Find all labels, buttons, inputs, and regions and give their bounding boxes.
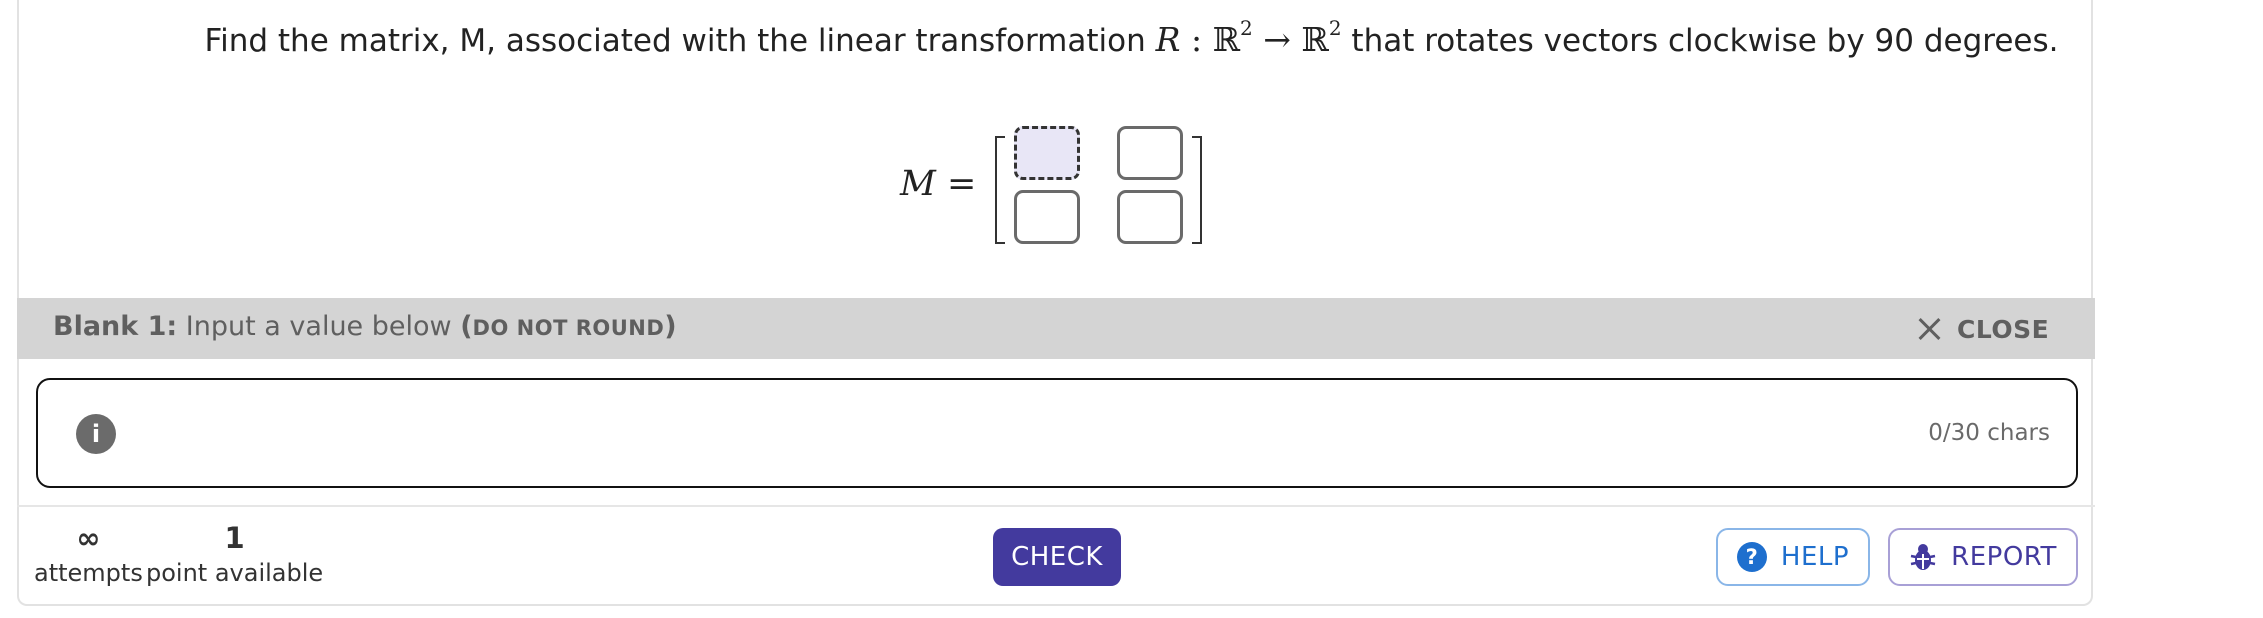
info-icon[interactable]: i	[76, 414, 116, 454]
matrix-label: M =	[900, 164, 977, 204]
char-counter: 0/30 chars	[1928, 420, 2050, 446]
blank-instruction: Blank 1: Input a value below (DO NOT ROU…	[53, 311, 677, 342]
close-button[interactable]: CLOSE	[1917, 310, 2049, 348]
matrix-blank-4[interactable]	[1117, 190, 1183, 244]
points-value: 1	[224, 521, 245, 555]
transformation-notation: R : ℝ2 → ℝ2	[1155, 16, 1342, 59]
blank-input-bar: Blank 1: Input a value below (DO NOT ROU…	[17, 298, 2095, 359]
help-button[interactable]: ? HELP	[1716, 528, 1870, 586]
answer-input[interactable]	[138, 404, 1922, 466]
attempts-value: ∞	[76, 521, 101, 555]
question-circle-icon: ?	[1736, 542, 1767, 572]
points-label: point available	[146, 559, 324, 587]
footer-divider	[17, 505, 2095, 507]
close-icon	[1917, 317, 1941, 341]
matrix-right-bracket	[1192, 136, 1202, 244]
bug-icon	[1910, 544, 1936, 570]
matrix-left-bracket	[995, 136, 1005, 244]
points-stat: 1 point available	[146, 520, 323, 590]
matrix-blank-1[interactable]	[1014, 126, 1080, 180]
question-text: Find the matrix, M, associated with the …	[204, 16, 2059, 59]
report-button[interactable]: REPORT	[1888, 528, 2078, 586]
matrix-blank-3[interactable]	[1014, 190, 1080, 244]
matrix-equation: M =	[0, 126, 2263, 248]
matrix-blank-2[interactable]	[1117, 126, 1183, 180]
attempts-stat: ∞ attempts	[34, 520, 143, 590]
check-button[interactable]: CHECK	[993, 528, 1121, 586]
attempts-label: attempts	[34, 559, 143, 587]
answer-input-box: i 0/30 chars	[36, 378, 2078, 488]
